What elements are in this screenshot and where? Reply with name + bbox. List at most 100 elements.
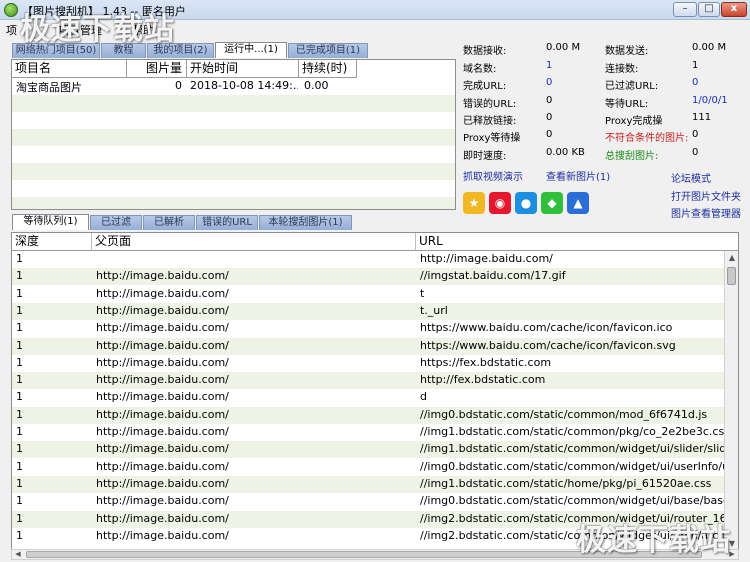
projects-table: 项目名 图片量 开始时间 持续(时) 淘宝商品图片 0 2018-10-08 1… xyxy=(11,59,456,210)
forum-mode-link[interactable]: 论坛模式 xyxy=(671,170,711,185)
column-header-duration[interactable]: 持续(时) xyxy=(299,60,357,78)
stat-value-domains: 1 xyxy=(546,60,553,71)
table-row-empty xyxy=(12,112,455,129)
table-row[interactable]: 1 http://image.baidu.com/https://www.baid… xyxy=(12,337,724,355)
stat-value-proxy-waiting: 0 xyxy=(546,129,553,140)
video-demo-link[interactable]: 抓取视频演示 xyxy=(463,168,523,183)
qzone-icon[interactable]: ★ xyxy=(463,192,485,214)
stat-label-waiting-url: 等待URL: xyxy=(605,99,649,110)
view-new-images-link[interactable]: 查看新图片(1) xyxy=(546,168,610,183)
url-cell: https://fex.bdstatic.com xyxy=(420,355,552,369)
tab-running[interactable]: 运行中...(1) xyxy=(215,42,287,58)
stat-value-released-links: 0 xyxy=(546,112,553,123)
depth-cell: 1 xyxy=(16,442,23,456)
image-viewer-link[interactable]: 图片查看管理器 xyxy=(671,205,741,220)
stat-value-error-url: 0 xyxy=(546,95,553,106)
stat-value-total-images: 0 xyxy=(692,147,699,158)
project-start-cell: 2018-10-08 14:49:... xyxy=(190,79,298,92)
watermark: 极速下载站 xyxy=(576,523,731,558)
stat-value-data-sent: 0.00 M xyxy=(692,42,727,53)
table-row[interactable]: 1 http://image.baidu.com/https://www.baid… xyxy=(12,320,724,337)
stat-label-instant-speed: 即时速度: xyxy=(463,151,507,162)
column-header-parent-page[interactable]: 父页面 xyxy=(92,233,416,251)
stat-value-filtered-url: 0 xyxy=(692,77,699,88)
vertical-scrollbar[interactable]: ▲ ▼ xyxy=(724,251,738,549)
table-row-empty xyxy=(12,146,455,163)
column-header-project-name[interactable]: 项目名 xyxy=(12,60,127,78)
depth-cell: 1 xyxy=(16,390,23,404)
project-name-cell: 淘宝商品图片 xyxy=(16,81,82,94)
table-row[interactable]: 1 http://image.baidu.com/ //img0.bdstatic.… xyxy=(12,493,726,510)
table-row[interactable]: 1 http://image.baidu.com/t._url xyxy=(12,302,724,320)
depth-cell: 1 xyxy=(16,321,23,335)
url-cell: t._url xyxy=(420,303,448,317)
table-row[interactable]: 1 http://image.baidu.com/d xyxy=(12,389,724,406)
tab-waiting-queue[interactable]: 等待队列(1) xyxy=(12,214,89,230)
table-row[interactable]: 淘宝商品图片 0 2018-10-08 14:49:... 0.00 xyxy=(12,78,455,95)
stat-label-completed-url: 完成URL: xyxy=(463,81,507,92)
tab-parsed[interactable]: 已解析 xyxy=(143,215,195,230)
table-row[interactable]: 1 http://image.baidu.com/ //imgstat.baidu.… xyxy=(12,268,724,286)
depth-cell: 1 xyxy=(16,425,23,438)
menu-item-project[interactable]: 项 xyxy=(6,22,17,38)
scroll-thumb[interactable] xyxy=(727,267,736,285)
depth-cell: 1 xyxy=(16,355,23,369)
parent-page-cell: http://image.baidu.com/ xyxy=(96,511,229,525)
table-row[interactable]: 1 http://image.baidu.com/ //img0.bdstatic.… xyxy=(12,459,726,476)
qq-icon[interactable]: ● xyxy=(515,192,537,214)
stat-value-rejected-images: 0 xyxy=(692,129,699,140)
table-row[interactable]: 1 http://image.baidu.com/http://fex.bdsta… xyxy=(12,372,724,390)
stat-value-instant-speed: 0.00 KB xyxy=(546,147,585,158)
tab-round-images[interactable]: 本轮搜刮图片(1) xyxy=(259,215,352,230)
stat-label-domains: 域名数: xyxy=(463,64,497,75)
parent-page-cell: http://image.baidu.com/ xyxy=(96,407,229,421)
stat-label-data-sent: 数据发送: xyxy=(605,46,649,57)
parent-page-cell: http://image.baidu.com/ xyxy=(96,303,229,317)
maximize-button[interactable]: □ xyxy=(698,2,720,17)
stat-label-total-images: 总搜刮图片: xyxy=(605,151,659,162)
stat-label-proxy-completed: Proxy完成操 xyxy=(605,116,663,127)
parent-page-cell: http://image.baidu.com/ xyxy=(96,494,229,508)
url-cell: //img1.bdstatic.com/static/common/widget… xyxy=(420,442,726,456)
url-cell: t xyxy=(420,286,425,300)
stat-value-proxy-completed: 111 xyxy=(692,112,712,123)
column-header-url[interactable]: URL xyxy=(416,233,738,251)
table-row[interactable]: 1 http://image.baidu.com/ xyxy=(12,251,724,268)
stat-label-rejected-images: 不符合条件的图片: xyxy=(605,133,689,144)
wechat-icon[interactable]: ◆ xyxy=(541,192,563,214)
parent-page-cell: http://image.baidu.com/ xyxy=(96,425,229,438)
parent-page-cell: http://image.baidu.com/ xyxy=(96,459,229,473)
stat-value-completed-url: 0 xyxy=(546,77,553,88)
column-header-image-count[interactable]: 图片量 xyxy=(127,60,187,78)
parent-page-cell: http://image.baidu.com/ xyxy=(96,476,229,490)
stat-value-data-received: 0.00 M xyxy=(546,42,581,53)
parent-page-cell: http://image.baidu.com/ xyxy=(96,528,229,542)
weibo-icon[interactable]: ◉ xyxy=(489,192,511,214)
depth-cell: 1 xyxy=(16,407,23,421)
scroll-up-icon[interactable]: ▲ xyxy=(725,251,738,265)
queue-table: 深度 父页面 URL 1 http://image.baidu.com/1 http… xyxy=(11,232,739,550)
close-button[interactable]: x xyxy=(721,2,747,17)
tab-filtered[interactable]: 已过滤 xyxy=(90,215,142,230)
column-header-start-time[interactable]: 开始时间 xyxy=(187,60,299,78)
open-image-folder-link[interactable]: 打开图片文件夹 xyxy=(671,188,741,203)
depth-cell: 1 xyxy=(16,528,23,542)
table-row[interactable]: 1 http://image.baidu.com/https://fex.bdst… xyxy=(12,355,724,372)
table-row[interactable]: 1 http://image.baidu.com/ //img1.bdstatic.… xyxy=(12,475,724,493)
tab-error-url[interactable]: 错误的URL xyxy=(196,215,258,230)
table-row[interactable]: 1 http://image.baidu.com/ //img1.bdstatic.… xyxy=(12,424,726,441)
table-row[interactable]: 1 http://image.baidu.com/ //img1.bdstatic.… xyxy=(12,441,726,459)
depth-cell: 1 xyxy=(16,252,23,265)
table-row[interactable]: 1 http://image.baidu.com/t xyxy=(12,286,724,303)
parent-page-cell: http://image.baidu.com/ xyxy=(96,269,229,283)
stat-label-connections: 连接数: xyxy=(605,64,639,75)
column-header-depth[interactable]: 深度 xyxy=(12,233,92,251)
scroll-left-icon[interactable]: ◀ xyxy=(12,549,24,559)
tab-completed[interactable]: 已完成项目(1) xyxy=(288,43,368,58)
watermark: 极速下载站 xyxy=(20,12,175,47)
table-row[interactable]: 1 http://image.baidu.com/ //img0.bdstatic.… xyxy=(12,406,724,424)
minimize-button[interactable]: – xyxy=(673,2,697,17)
url-cell: http://image.baidu.com/ xyxy=(420,252,553,265)
project-count-cell: 0 xyxy=(175,79,182,92)
sogou-icon[interactable]: ▲ xyxy=(567,192,589,214)
